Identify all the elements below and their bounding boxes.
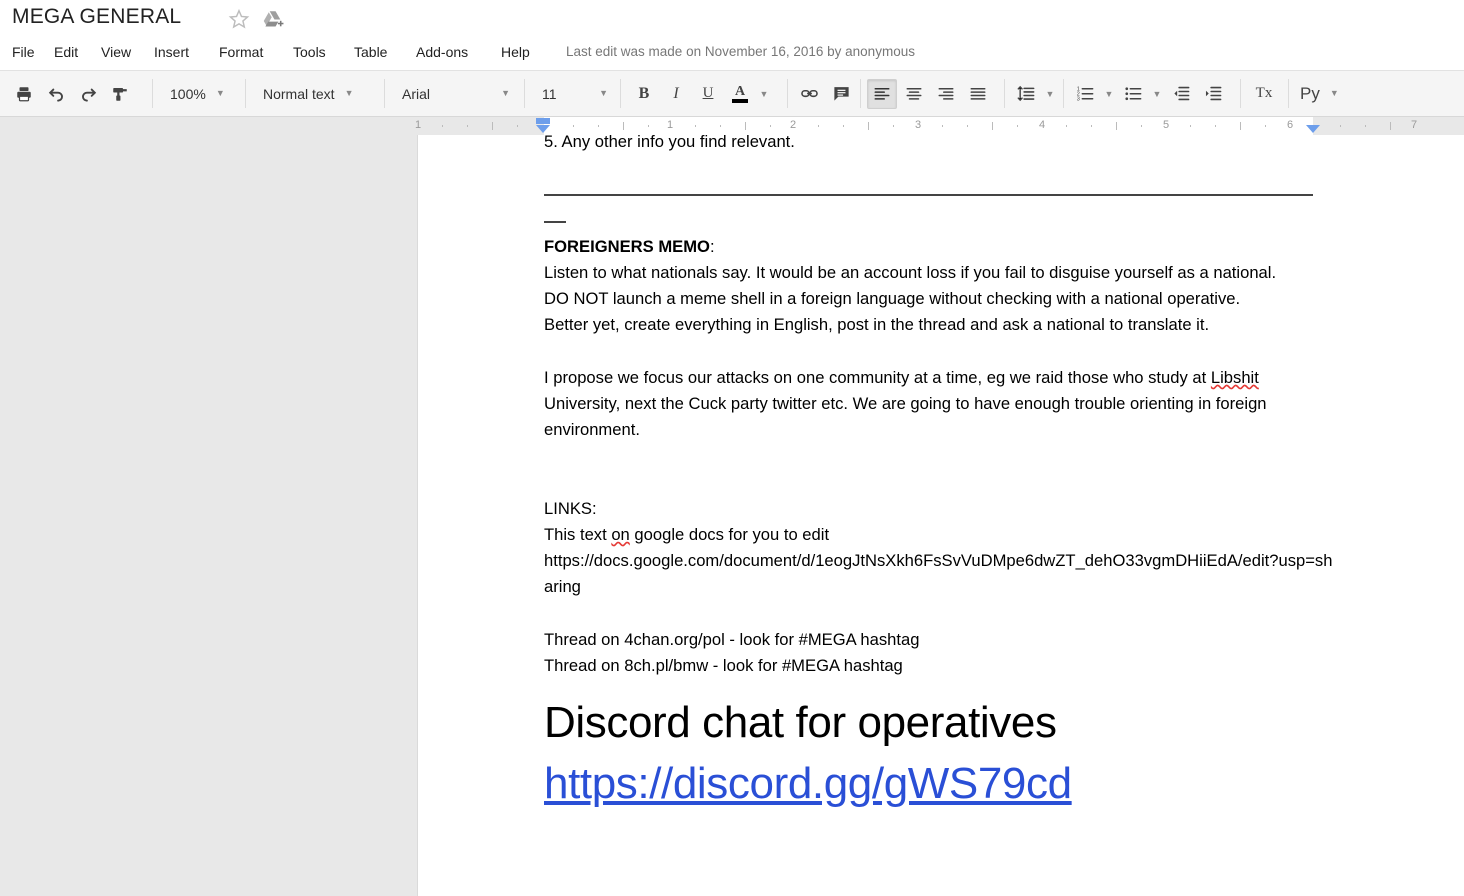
increase-indent-icon[interactable] (1198, 79, 1228, 109)
chevron-down-icon: ▼ (215, 88, 225, 98)
foreigners-memo-heading: FOREIGNERS MEMO: (544, 234, 1334, 260)
document-page[interactable]: 5. Any other info you find relevant. FOR… (418, 135, 1464, 896)
clear-formatting-button[interactable]: Tx (1249, 79, 1279, 109)
menu-item-edit[interactable]: Edit (47, 38, 85, 66)
menu-item-help[interactable]: Help (494, 38, 537, 66)
menu-item-add-ons[interactable]: Add-ons (409, 38, 475, 66)
zoom-select[interactable]: 100% ▼ (160, 79, 238, 109)
decrease-indent-icon[interactable] (1166, 79, 1196, 109)
input-tools-button[interactable]: Py ▼ (1294, 79, 1343, 109)
italic-button[interactable]: I (661, 79, 691, 109)
title-bar: MEGA GENERAL (0, 0, 1464, 38)
paragraph-style-value: Normal text (263, 85, 335, 102)
proposal-text-part2: University, next the Cuck party twitter … (544, 393, 1267, 440)
clear-formatting-label: Tx (1255, 85, 1273, 101)
clipped-list-line: 5. Any other info you find relevant. (544, 135, 795, 151)
short-dash (544, 208, 1334, 234)
ruler-label-3: 3 (914, 119, 922, 131)
ruler-label-7: 7 (1410, 119, 1418, 131)
underline-button[interactable]: U (693, 79, 723, 109)
menu-item-tools[interactable]: Tools (286, 38, 333, 66)
menu-item-table[interactable]: Table (347, 38, 394, 66)
ruler-label-5: 5 (1162, 119, 1170, 131)
align-center-icon[interactable] (899, 79, 929, 109)
thread-8ch-line: Thread on 8ch.pl/bmw - look for #MEGA ha… (544, 655, 903, 675)
align-left-icon[interactable] (867, 78, 897, 109)
font-family-select[interactable]: Arial ▼ (392, 79, 514, 109)
links-description-part2: google docs for you to edit (629, 524, 830, 544)
chevron-down-icon: ▼ (1329, 88, 1339, 98)
document-title[interactable]: MEGA GENERAL (12, 4, 181, 30)
bold-button[interactable]: B (629, 79, 659, 109)
text-color-label: A (734, 83, 746, 99)
bulleted-list-icon[interactable] (1118, 79, 1148, 109)
document-body[interactable]: 5. Any other info you find relevant. FOR… (544, 135, 1334, 815)
proposal-paragraph: I propose we focus our attacks on one co… (544, 365, 1334, 444)
ruler-label-6: 6 (1286, 119, 1294, 131)
font-size-value: 11 (542, 85, 557, 102)
insert-link-icon[interactable] (794, 79, 824, 109)
proposal-text-part1: I propose we focus our attacks on one co… (544, 367, 1211, 387)
ruler[interactable]: 1 1 2 3 4 5 6 7 (0, 117, 1464, 135)
memo-line-3: Better yet, create everything in English… (544, 315, 1210, 335)
svg-text:3: 3 (1076, 97, 1079, 103)
numbered-list-chevron-down-icon[interactable]: ▼ (1101, 79, 1117, 109)
ruler-label-2: 2 (789, 119, 797, 131)
ruler-label-1: 1 (666, 119, 674, 131)
star-icon[interactable] (228, 8, 250, 30)
discord-invite-link[interactable]: https://discord.gg/gWS79cd (544, 753, 1072, 815)
print-icon[interactable] (9, 79, 39, 109)
memo-line-1: Listen to what nationals say. It would b… (544, 262, 1277, 282)
chevron-down-icon: ▼ (599, 88, 608, 98)
text-color-swatch (732, 98, 748, 103)
bulleted-list-chevron-down-icon[interactable]: ▼ (1149, 79, 1165, 109)
menu-item-file[interactable]: File (5, 38, 42, 66)
align-right-icon[interactable] (931, 79, 961, 109)
google-docs-url[interactable]: https://docs.google.com/document/d/1eogJ… (544, 548, 1334, 600)
font-family-value: Arial (402, 85, 431, 102)
chevron-down-icon: ▼ (501, 88, 510, 98)
input-tools-label: Py (1300, 83, 1320, 103)
toolbar: 100% ▼ Normal text ▼ Arial ▼ 11 ▼ B I U … (0, 70, 1464, 117)
ruler-label-4: 4 (1038, 119, 1046, 131)
first-line-indent-marker[interactable] (536, 118, 550, 124)
links-description: This text on google docs for you to edit (544, 522, 1334, 548)
menu-item-insert[interactable]: Insert (147, 38, 196, 66)
undo-icon[interactable] (41, 79, 71, 109)
discord-heading: Discord chat for operatives (544, 698, 1057, 748)
menu-item-format[interactable]: Format (212, 38, 270, 66)
left-indent-marker[interactable] (536, 125, 550, 133)
menu-item-view[interactable]: View (94, 38, 138, 66)
links-heading: LINKS: (544, 498, 597, 518)
ruler-label-1-left: 1 (414, 119, 422, 131)
chevron-down-icon: ▼ (344, 88, 354, 98)
right-indent-marker[interactable] (1306, 125, 1320, 133)
menu-bar: File Edit View Insert Format Tools Table… (0, 38, 1464, 68)
line-spacing-icon[interactable] (1011, 79, 1041, 109)
drive-add-icon[interactable] (262, 8, 284, 30)
misspelled-word-on[interactable]: on (611, 525, 629, 544)
line-spacing-chevron-down-icon[interactable]: ▼ (1042, 79, 1058, 109)
text-color-chevron-down-icon[interactable]: ▼ (756, 79, 772, 109)
insert-comment-icon[interactable] (826, 79, 856, 109)
paragraph-style-select[interactable]: Normal text ▼ (253, 79, 375, 109)
redo-icon[interactable] (73, 79, 103, 109)
memo-heading-colon: : (709, 236, 715, 256)
memo-heading-text: FOREIGNERS MEMO (544, 236, 710, 256)
align-justify-icon[interactable] (963, 79, 993, 109)
horizontal-rule (544, 181, 1334, 207)
zoom-value: 100% (170, 85, 206, 102)
memo-line-2: DO NOT launch a meme shell in a foreign … (544, 289, 1241, 309)
links-description-part1: This text (544, 524, 612, 544)
text-color-button[interactable]: A (725, 79, 755, 109)
font-size-select[interactable]: 11 ▼ (532, 79, 612, 109)
misspelled-word-libshit[interactable]: Libshit (1211, 368, 1259, 387)
paint-format-icon[interactable] (105, 79, 135, 109)
last-edit-status[interactable]: Last edit was made on November 16, 2016 … (566, 38, 915, 66)
document-canvas: 5. Any other info you find relevant. FOR… (0, 135, 1464, 896)
numbered-list-icon[interactable]: 123 (1070, 79, 1100, 109)
thread-4chan-line: Thread on 4chan.org/pol - look for #MEGA… (544, 629, 920, 649)
